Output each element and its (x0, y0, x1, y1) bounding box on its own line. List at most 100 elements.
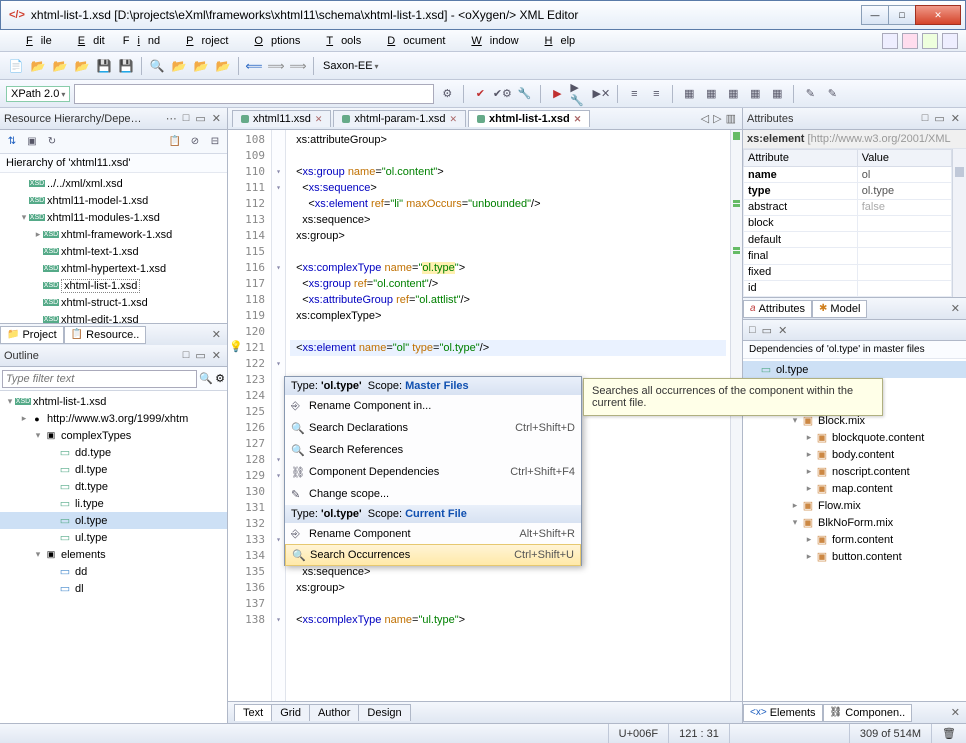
tree-item[interactable]: ▾▣elements (0, 546, 227, 563)
hier-filter-icon[interactable]: ▣ (24, 134, 40, 150)
save-all-icon[interactable]: 💾 (116, 56, 136, 76)
panel-menu-icon[interactable]: ⋯ (164, 112, 179, 125)
tab-prev-icon[interactable]: ◁ (701, 112, 709, 125)
attr-row[interactable]: fixed (744, 264, 952, 280)
tree-item[interactable]: XSDxhtml-edit-1.xsd (0, 311, 227, 323)
perspective-icon-4[interactable] (942, 33, 958, 49)
attr-min-icon[interactable]: ▭ (932, 112, 946, 125)
tab-project[interactable]: 📁Project (0, 326, 64, 344)
right-tabs-close-icon[interactable]: ✕ (945, 706, 966, 719)
menu-tools[interactable]: Tools (310, 33, 369, 49)
tree-item[interactable]: ▸▣blockquote.content (743, 429, 966, 446)
editor-tab[interactable]: xhtml-list-1.xsd✕ (468, 110, 590, 127)
reopen-icon[interactable]: 📂 (72, 56, 92, 76)
status-gc-icon[interactable]: 🗑 (931, 724, 966, 743)
dep-pin-icon[interactable]: □ (747, 324, 758, 337)
transform-icon[interactable]: ▶ (548, 85, 566, 103)
attr-row[interactable]: id (744, 280, 952, 296)
ctx-item[interactable]: ⎆Rename ComponentAlt+Shift+R (285, 523, 581, 545)
quickfix-bulb-icon[interactable]: 💡 (229, 340, 243, 353)
outline-tree[interactable]: ▾XSDxhtml-list-1.xsd▸●http://www.w3.org/… (0, 391, 227, 723)
attr-row[interactable]: block (744, 215, 952, 231)
outline-filter-input[interactable] (2, 370, 197, 388)
tree-item[interactable]: ▭dl.type (0, 461, 227, 478)
tree-item[interactable]: ▸▣button.content (743, 548, 966, 565)
debug-icon[interactable]: ▶✕ (592, 85, 610, 103)
toolbar-icon-i[interactable]: ✎ (823, 85, 841, 103)
tab-list-icon[interactable]: ▥ (726, 112, 736, 125)
find-files-icon[interactable]: 📂 (191, 56, 211, 76)
toolbar-icon-c[interactable]: ▦ (680, 85, 698, 103)
panel-close-icon[interactable]: ✕ (210, 112, 223, 125)
attr-row[interactable]: final (744, 248, 952, 264)
new-file-icon[interactable]: 📄 (6, 56, 26, 76)
tabs-close-icon[interactable]: ✕ (206, 328, 227, 341)
ctx-item[interactable]: 🔍Search OccurrencesCtrl+Shift+U (285, 544, 581, 566)
tab-resource[interactable]: 📋Resource.. (64, 326, 147, 344)
filter-search-icon[interactable]: 🔍 (199, 372, 213, 385)
attr-scrollbar[interactable] (952, 149, 966, 297)
tree-item[interactable]: ▭dl (0, 580, 227, 597)
toolbar-icon-f[interactable]: ▦ (746, 85, 764, 103)
menu-help[interactable]: Help (529, 33, 584, 49)
maximize-button[interactable]: □ (888, 5, 916, 25)
outline-close-icon[interactable]: ✕ (210, 349, 223, 362)
tree-item[interactable]: ▸XSDxhtml-framework-1.xsd (0, 226, 227, 243)
browse-icon[interactable]: 📂 (213, 56, 233, 76)
open-url-icon[interactable]: 📂 (50, 56, 70, 76)
open-icon[interactable]: 📂 (28, 56, 48, 76)
forward-icon[interactable]: ⟹ (266, 56, 286, 76)
tree-item[interactable]: ▭dd (0, 563, 227, 580)
tree-item[interactable]: ▾XSDxhtml-list-1.xsd (0, 393, 227, 410)
col-attribute[interactable]: Attribute (744, 150, 858, 167)
tree-item[interactable]: ▭dt.type (0, 478, 227, 495)
ctx-item[interactable]: 🔍Search DeclarationsCtrl+Shift+D (285, 417, 581, 439)
menu-edit[interactable]: Edit (62, 33, 113, 49)
tree-item[interactable]: ▭dd.type (0, 444, 227, 461)
ctx-item[interactable]: ⎆Rename Component in... (285, 395, 581, 417)
toolbar-icon-h[interactable]: ✎ (801, 85, 819, 103)
tree-item[interactable]: ▸▣noscript.content (743, 463, 966, 480)
toolbar-icon-a[interactable]: ≡ (625, 85, 643, 103)
search-icon[interactable]: 🔍 (147, 56, 167, 76)
tree-item[interactable]: XSDxhtml-list-1.xsd (0, 277, 227, 294)
mode-tab-text[interactable]: Text (234, 704, 272, 721)
ctx-item[interactable]: 🔍Search References (285, 439, 581, 461)
xpath-input[interactable] (74, 84, 434, 104)
attributes-table[interactable]: AttributeValue nameoltypeol.typeabstract… (743, 149, 952, 297)
perspective-icon-1[interactable] (882, 33, 898, 49)
hier-collapse-icon[interactable]: ⊟ (207, 134, 223, 150)
menu-project[interactable]: Project (170, 33, 236, 49)
hier-history-icon[interactable]: 📋 (167, 134, 183, 150)
hier-mode-icon[interactable]: ⇅ (4, 134, 20, 150)
tab-components[interactable]: ⛓Componen.. (823, 704, 913, 722)
ctx-item[interactable]: ✎Change scope... (285, 483, 581, 505)
xpath-version[interactable]: XPath 2.0 (6, 86, 70, 102)
hierarchy-tree[interactable]: XSD../../xml/xml.xsdXSDxhtml11-model-1.x… (0, 173, 227, 323)
tab-model[interactable]: ✱Model (812, 300, 867, 318)
tree-item[interactable]: XSD../../xml/xml.xsd (0, 175, 227, 192)
xpath-opts-icon[interactable]: ⚙ (438, 85, 456, 103)
tab-attributes[interactable]: aAttributes (743, 300, 812, 318)
tree-item[interactable]: ▸▣map.content (743, 480, 966, 497)
tree-item[interactable]: ▭ol.type (0, 512, 227, 529)
editor-tab[interactable]: xhtml11.xsd✕ (232, 110, 331, 127)
attr-row[interactable]: nameol (744, 167, 952, 183)
last-mod-icon[interactable]: ⟹ (288, 56, 308, 76)
attr-tabs-close-icon[interactable]: ✕ (945, 302, 966, 315)
attr-row[interactable]: typeol.type (744, 183, 952, 199)
back-icon[interactable]: ⟸ (244, 56, 264, 76)
toolbar-icon-d[interactable]: ▦ (702, 85, 720, 103)
toolbar-icon-g[interactable]: ▦ (768, 85, 786, 103)
tab-elements[interactable]: <x>Elements (743, 704, 823, 722)
menu-document[interactable]: Document (371, 33, 453, 49)
menu-file[interactable]: File (10, 33, 60, 49)
panel-pin-icon[interactable]: □ (181, 112, 192, 125)
toolbar-icon-e[interactable]: ▦ (724, 85, 742, 103)
mode-tab-author[interactable]: Author (309, 704, 359, 721)
tree-item[interactable]: ▾▣BlkNoForm.mix (743, 514, 966, 531)
attr-row[interactable]: abstractfalse (744, 199, 952, 215)
tree-item[interactable]: ▸●http://www.w3.org/1999/xhtm (0, 410, 227, 427)
xslt-icon[interactable] (902, 33, 918, 49)
tree-item[interactable]: ▸▣Flow.mix (743, 497, 966, 514)
